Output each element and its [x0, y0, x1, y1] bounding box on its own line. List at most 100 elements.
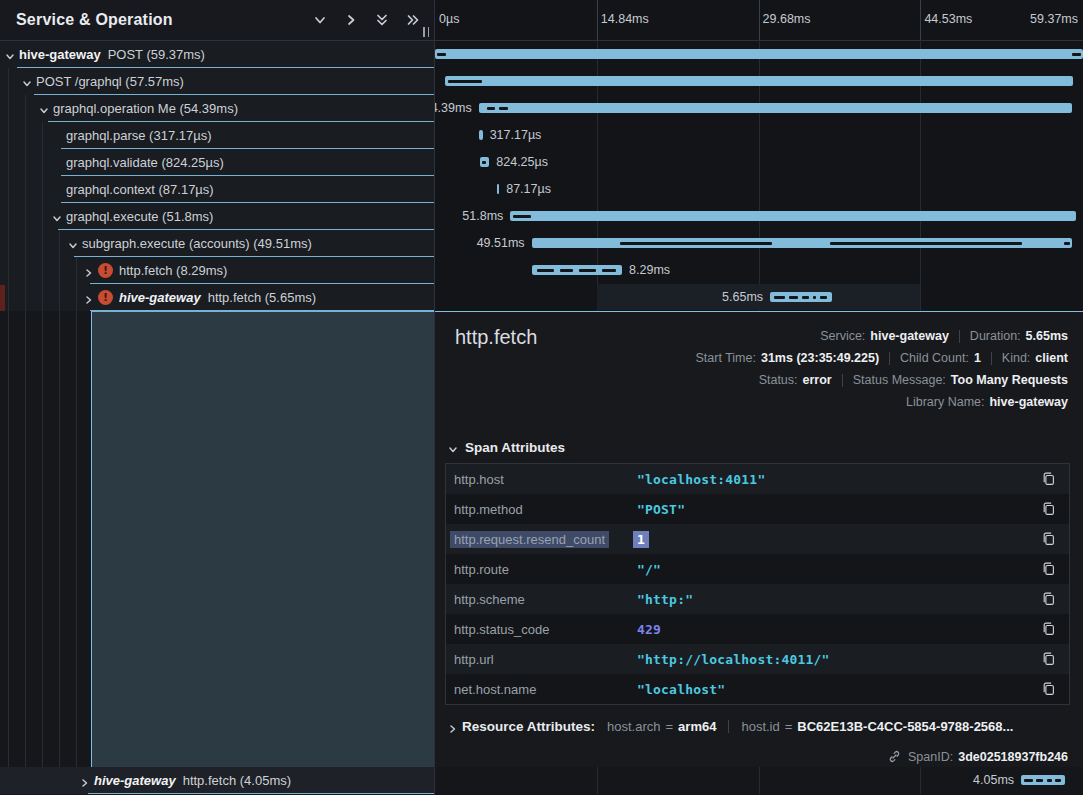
equals-sign: = [666, 719, 674, 734]
tree-row[interactable]: POST /graphql (57.57ms) [0, 68, 434, 95]
copy-icon[interactable] [1041, 531, 1057, 547]
attribute-value: "http://localhost:4011/" [637, 652, 830, 667]
tree-row[interactable]: hive-gatewayPOST (59.37ms) [0, 41, 434, 68]
resource-attributes-title[interactable]: Resource Attributes: [462, 719, 595, 734]
tree-row[interactable]: !hive-gatewayhttp.fetch (5.65ms) [0, 284, 434, 311]
expanded-span-region[interactable] [91, 311, 434, 767]
span-bar-child-mark [820, 296, 827, 299]
attribute-value: "localhost" [637, 682, 725, 697]
span-bar-child-mark [1072, 53, 1081, 56]
chevron-down-icon[interactable] [52, 212, 62, 222]
copy-icon[interactable] [1041, 471, 1057, 487]
meta-label: Status Message: [853, 373, 946, 387]
chevron-down-icon[interactable] [22, 77, 32, 87]
attribute-key: net.host.name [454, 682, 627, 697]
panel-resize-handle[interactable] [423, 27, 429, 37]
chevron-right-icon[interactable] [80, 776, 90, 786]
timeline-panel: 0µs14.84ms29.68ms44.53ms59.37ms 54.39ms3… [435, 0, 1083, 795]
chevron-down-icon[interactable] [68, 239, 78, 249]
equals-sign: = [785, 719, 793, 734]
tree-row[interactable]: graphql.validate (824.25µs) [0, 149, 434, 176]
span-operation-label: graphql.parse (317.17µs) [66, 128, 212, 143]
span-operation-label: graphql.operation Me (54.39ms) [53, 101, 238, 116]
grid-line [920, 0, 921, 40]
meta-value: hive-gateway [870, 329, 949, 343]
meta-label: Kind: [1002, 351, 1031, 365]
attribute-key: http.url [454, 652, 627, 667]
span-attributes-header[interactable]: Span Attributes [448, 440, 565, 455]
span-operation-label: graphql.validate (824.25µs) [66, 155, 224, 170]
tree-header-title: Service & Operation [16, 11, 173, 29]
chevron-down-icon [448, 443, 458, 453]
copy-icon[interactable] [1041, 651, 1057, 667]
copy-icon[interactable] [1041, 681, 1057, 697]
resource-attribute-key: host.id [741, 719, 779, 734]
span-bar[interactable] [770, 292, 832, 302]
tree-row[interactable]: hive-gateway http.fetch (4.05ms) [0, 767, 434, 794]
span-duration-label: 49.51ms [435, 230, 525, 257]
meta-separator [991, 352, 992, 365]
attribute-value: "POST" [637, 502, 685, 517]
span-operation-label: graphql.execute (51.8ms) [66, 209, 213, 224]
span-bar[interactable] [510, 211, 1075, 221]
meta-label: Start Time: [696, 351, 756, 365]
resource-attributes: Resource Attributes:host.arch=arm64host.… [448, 719, 1013, 734]
double-chevron-right-icon[interactable] [406, 13, 420, 27]
tree-row[interactable]: graphql.context (87.17µs) [0, 176, 434, 203]
span-duration-label: 824.25µs [496, 149, 548, 176]
span-duration-label: 8.29ms [629, 257, 670, 284]
attribute-row: http.scheme"http:" [446, 584, 1069, 614]
span-bar[interactable] [497, 184, 499, 194]
copy-icon[interactable] [1041, 561, 1057, 577]
tree-row[interactable]: graphql.execute (51.8ms) [0, 203, 434, 230]
grid-line [759, 0, 760, 40]
span-operation-label: POST /graphql (57.57ms) [36, 74, 184, 89]
span-bar-child-mark [560, 269, 573, 272]
tree-row[interactable]: graphql.operation Me (54.39ms) [0, 95, 434, 122]
chevron-right-icon[interactable] [448, 722, 458, 732]
meta-value: client [1035, 351, 1068, 365]
span-bar[interactable] [1021, 775, 1065, 785]
span-service-name: hive-gateway [94, 773, 176, 788]
tree-row[interactable]: subgraph.execute (accounts) (49.51ms) [0, 230, 434, 257]
span-bar-child-mark [1047, 779, 1052, 782]
tree-row[interactable]: graphql.parse (317.17µs) [0, 122, 434, 149]
copy-icon[interactable] [1041, 591, 1057, 607]
span-bar[interactable] [480, 157, 489, 167]
attribute-key: http.method [454, 502, 627, 517]
chevron-right-icon[interactable] [344, 13, 358, 27]
span-operation-label: http.fetch (4.05ms) [183, 773, 291, 788]
double-chevron-down-icon[interactable] [375, 13, 389, 27]
attribute-value: "localhost:4011" [637, 472, 765, 487]
grid-line [597, 0, 598, 40]
indent-guide [76, 257, 77, 767]
span-bar[interactable] [479, 103, 1073, 113]
span-bar[interactable] [445, 76, 1073, 86]
chevron-down-icon[interactable] [39, 104, 49, 114]
tree-row[interactable]: !http.fetch (8.29ms) [0, 257, 434, 284]
span-bar-child-mark [499, 107, 508, 110]
link-icon[interactable] [887, 749, 902, 764]
resource-attribute-value: BC62E13B-C4CC-5854-9788-2568... [797, 719, 1013, 734]
chevron-down-icon[interactable] [313, 13, 327, 27]
span-bar[interactable] [532, 265, 622, 275]
attribute-row: http.request.resend_count1 [446, 524, 1069, 554]
span-bar-child-mark [448, 80, 482, 83]
chevron-right-icon[interactable] [84, 266, 94, 276]
copy-icon[interactable] [1041, 621, 1057, 637]
copy-icon[interactable] [1041, 501, 1057, 517]
meta-value: 5.65ms [1026, 329, 1068, 343]
span-bar[interactable] [532, 238, 1072, 248]
timeline-bottom-row: 4.05ms [435, 767, 1083, 794]
error-row-marker [0, 285, 5, 311]
meta-separator [889, 352, 890, 365]
attribute-key: http.route [454, 562, 627, 577]
span-bar[interactable] [479, 130, 482, 140]
span-tree: hive-gatewayPOST (59.37ms) POST /graphql … [0, 41, 434, 795]
chevron-down-icon[interactable] [5, 50, 15, 60]
meta-separator [842, 374, 843, 387]
span-bar[interactable] [435, 49, 1083, 59]
chevron-right-icon[interactable] [84, 293, 94, 303]
indent-guide [25, 95, 26, 767]
span-tree-panel: Service & Operation hive-gatewayPOST (59… [0, 0, 435, 795]
